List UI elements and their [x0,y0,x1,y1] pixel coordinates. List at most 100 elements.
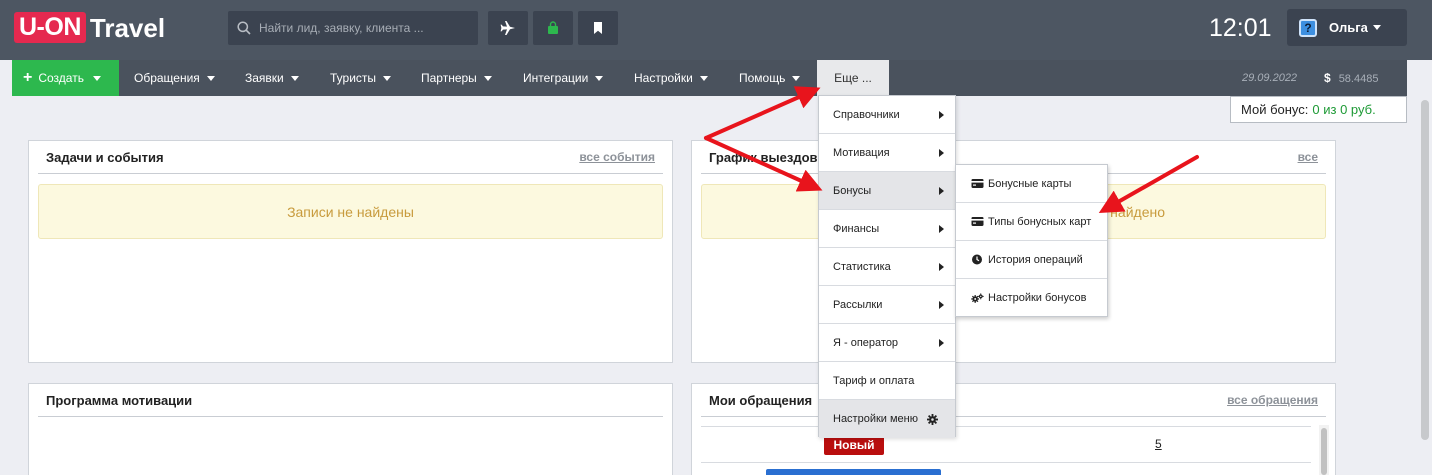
nav-item-label: Помощь [739,71,786,85]
chevron-right-icon [939,111,944,119]
menu-item-label: Я - оператор [833,336,899,349]
chevron-down-icon [792,75,801,81]
chevron-down-icon [383,75,392,81]
bonus-value: 0 из 0 руб. [1312,102,1376,117]
nav-item-label: Партнеры [421,71,477,85]
search-icon [237,21,251,35]
panel-title: График выездов [709,149,818,165]
clock-icon [972,254,982,265]
user-name: Ольга [1329,20,1368,35]
bookmark-button[interactable] [578,11,618,45]
arrow-to-more-menu [704,86,821,140]
bonuses-submenu: Бонусные карты Типы бонусных карт Истори… [955,164,1108,317]
menu-item-label: История операций [988,253,1083,266]
clock: 12:01 [1209,14,1272,42]
new-count-link[interactable]: 5 [1155,437,1162,451]
airplane-icon [500,21,515,35]
main-nav: + Создать Обращения Заявки Туристы Партн… [12,60,1407,96]
menu-item-references[interactable]: Справочники [819,96,955,134]
menu-item-operations-history[interactable]: История операций [956,241,1107,279]
help-icon[interactable]: ? [1299,18,1317,37]
status-badge [766,469,941,475]
bookmark-icon [594,22,602,34]
menu-item-label: Настройки меню [833,413,918,425]
gears-icon [971,292,984,303]
menu-item-label: Статистика [833,260,891,273]
chevron-down-icon [699,75,708,81]
empty-notice: Записи не найдены [38,184,663,239]
menu-item-menu-settings[interactable]: Настройки меню [819,400,955,438]
chevron-down-icon [1372,25,1381,30]
flights-button[interactable] [488,11,528,45]
chevron-down-icon [483,75,492,81]
nav-item-partners[interactable]: Партнеры [421,60,492,96]
menu-item-bonus-cards[interactable]: Бонусные карты [956,165,1107,203]
dollar-icon: $ [1324,71,1331,85]
search-input[interactable] [259,21,469,35]
panel-title: Задачи и события [46,149,164,165]
menu-item-tariff[interactable]: Тариф и оплата [819,362,955,400]
credit-card-icon [971,217,984,226]
nav-item-orders[interactable]: Заявки [245,60,299,96]
menu-item-label: Бонусные карты [988,177,1072,190]
search-box[interactable] [228,11,478,45]
top-bar: U-ON Travel 12:01 ? Ольга [0,0,1432,60]
my-bonus-box: Мой бонус: 0 из 0 руб. [1230,96,1407,123]
chevron-down-icon [290,75,299,81]
all-requests-link[interactable]: все обращения [1227,393,1318,407]
rate-value: 58.4485 [1338,73,1379,85]
menu-item-operator[interactable]: Я - оператор [819,324,955,362]
panel-title: Программа мотивации [46,392,193,408]
all-schedule-link[interactable]: все [1298,150,1318,164]
menu-item-motivation[interactable]: Мотивация [819,134,955,172]
nav-item-label: Туристы [330,71,377,85]
menu-item-label: Мотивация [833,146,890,159]
nav-item-help[interactable]: Помощь [739,60,801,96]
page-scrollbar[interactable] [1421,100,1429,440]
panel-header: Программа мотивации [38,384,663,417]
chevron-down-icon [206,75,215,81]
bag-button[interactable] [533,11,573,45]
nav-item-label: Обращения [134,71,200,85]
gear-icon [927,414,938,425]
menu-item-bonuses[interactable]: Бонусы [819,172,955,210]
nav-item-more[interactable]: Еще ... [817,60,889,96]
menu-item-label: Рассылки [833,298,883,311]
menu-item-bonus-settings[interactable]: Настройки бонусов [956,279,1107,317]
chevron-right-icon [939,301,944,309]
nav-item-integrations[interactable]: Интеграции [523,60,604,96]
menu-item-bonus-card-types[interactable]: Типы бонусных карт [956,203,1107,241]
menu-item-label: Настройки бонусов [988,292,1087,304]
exchange-rate: $58.4485 [1324,71,1378,85]
motivation-panel: Программа мотивации [28,383,673,475]
panel-scrollbar-thumb[interactable] [1321,428,1327,475]
nav-item-requests[interactable]: Обращения [134,60,215,96]
menu-item-statistics[interactable]: Статистика [819,248,955,286]
logo-text: Travel [89,12,166,43]
menu-item-label: Справочники [833,108,900,121]
chevron-down-icon [92,75,101,81]
nav-item-label: Заявки [245,71,284,85]
nav-item-label: Интеграции [523,71,589,85]
user-menu-button[interactable]: ? Ольга [1287,9,1407,46]
panel-header: Задачи и события все события [38,141,663,174]
chevron-right-icon [939,339,944,347]
table-divider [701,462,1311,463]
current-date: 29.09.2022 [1242,72,1298,84]
logo-badge: U-ON [14,12,86,43]
nav-item-label: Настройки [634,71,693,85]
table-divider [701,426,1311,427]
panel-header: Мои обращения все обращения [701,384,1326,417]
menu-item-label: Бонусы [833,184,872,197]
menu-item-finance[interactable]: Финансы [819,210,955,248]
create-label: Создать [38,71,84,85]
menu-item-mailings[interactable]: Рассылки [819,286,955,324]
nav-item-settings[interactable]: Настройки [634,60,708,96]
credit-card-icon [971,179,984,188]
nav-item-tourists[interactable]: Туристы [330,60,392,96]
logo[interactable]: U-ON Travel [14,12,165,43]
menu-item-label: Финансы [833,222,880,235]
all-events-link[interactable]: все события [579,150,655,164]
bonus-label: Мой бонус: [1241,102,1309,117]
create-button[interactable]: + Создать [12,60,119,96]
